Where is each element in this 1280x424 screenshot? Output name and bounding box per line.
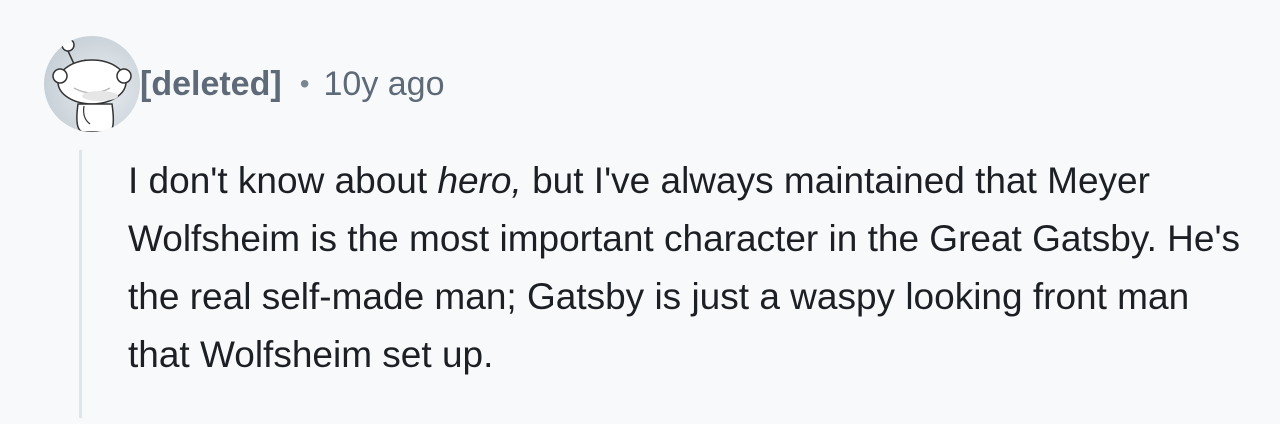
comment-body: I don't know about hero, but I've always… <box>128 152 1258 384</box>
comment-text: I don't know about hero, but I've always… <box>128 152 1258 384</box>
avatar[interactable] <box>44 36 140 132</box>
comment-text-emphasis: hero, <box>437 160 522 201</box>
comment-container: [deleted] • 10y ago I don't know about h… <box>0 0 1280 424</box>
snoo-avatar-icon <box>52 38 132 132</box>
comment-header: [deleted] • 10y ago <box>140 60 445 108</box>
timestamp[interactable]: 10y ago <box>324 65 445 104</box>
meta-separator: • <box>299 68 310 99</box>
thread-line[interactable] <box>79 150 82 418</box>
author-name[interactable]: [deleted] <box>140 65 282 104</box>
comment-text-part-1: I don't know about <box>128 160 438 201</box>
